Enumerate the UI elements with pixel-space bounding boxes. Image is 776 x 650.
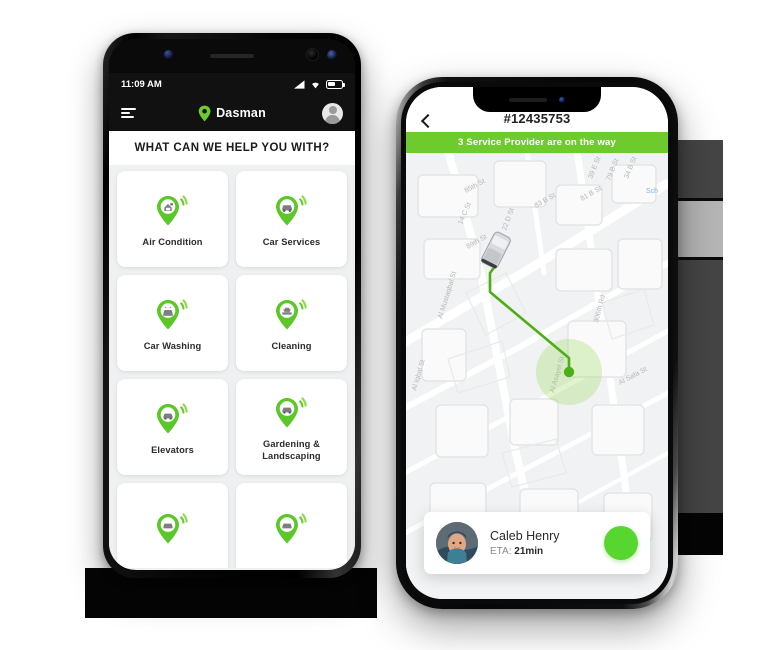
service-card-label: Air Condition bbox=[142, 236, 203, 247]
secondary-camera-icon bbox=[327, 50, 337, 60]
service-card-car-washing[interactable]: Car Washing bbox=[117, 275, 228, 371]
call-driver-button[interactable] bbox=[425, 513, 638, 560]
background-side-panel-highlight bbox=[675, 198, 723, 260]
proximity-sensor-icon bbox=[164, 50, 173, 59]
status-icons bbox=[294, 79, 345, 89]
location-title: Dasman bbox=[216, 106, 266, 120]
android-app-bar: Dasman bbox=[109, 95, 355, 131]
iphone-frame: #12435753 3 Service Provider are on the … bbox=[396, 77, 678, 609]
service-card-car-services[interactable]: Car Services bbox=[236, 171, 347, 267]
wifi-icon bbox=[312, 82, 319, 88]
service-card-elevators[interactable]: Elevators bbox=[117, 379, 228, 475]
service-grid-wrapper: Air Condition Car Services Car Washing C… bbox=[109, 165, 355, 568]
service-card-row4-left[interactable] bbox=[117, 483, 228, 568]
android-phone-frame: 11:09 AM Dasman WHAT CAN WE HELP YOU WIT… bbox=[103, 33, 361, 578]
cleaning-pin-icon bbox=[272, 294, 312, 334]
filter-menu-icon[interactable] bbox=[121, 107, 136, 119]
service-card-label: Cleaning bbox=[271, 340, 312, 351]
front-camera-icon bbox=[559, 96, 565, 103]
service-grid: Air Condition Car Services Car Washing C… bbox=[117, 171, 347, 568]
status-time: 11:09 AM bbox=[121, 78, 162, 90]
driver-info-card[interactable]: Caleb Henry ETA: 21min bbox=[424, 512, 650, 574]
phone-call-icon bbox=[425, 513, 440, 527]
service-pin-icon bbox=[153, 508, 193, 548]
status-banner: 3 Service Provider are on the way bbox=[406, 132, 668, 153]
android-screen: 11:09 AM Dasman WHAT CAN WE HELP YOU WIT… bbox=[109, 73, 355, 570]
car-services-pin-icon bbox=[272, 190, 312, 230]
driver-name: Caleb Henry bbox=[490, 529, 560, 543]
service-card-label: Elevators bbox=[151, 444, 194, 455]
back-chevron-icon[interactable] bbox=[420, 115, 432, 127]
earpiece-speaker-icon bbox=[210, 54, 254, 58]
service-card-air-condition[interactable]: Air Condition bbox=[117, 171, 228, 267]
location-title-group: Dasman bbox=[198, 105, 266, 122]
mockup-stage: 11:09 AM Dasman WHAT CAN WE HELP YOU WIT… bbox=[0, 0, 776, 650]
service-card-label: Car Washing bbox=[143, 340, 202, 351]
android-top-bezel bbox=[109, 39, 355, 73]
background-side-panel-base bbox=[673, 513, 723, 555]
iphone-notch bbox=[473, 87, 601, 112]
gardening-pin-icon bbox=[272, 392, 312, 432]
background-side-panel bbox=[673, 140, 723, 555]
iphone-screen: #12435753 3 Service Provider are on the … bbox=[406, 87, 668, 599]
earpiece-speaker-icon bbox=[509, 97, 547, 102]
service-card-gardening-landscaping[interactable]: Gardening & Landscaping bbox=[236, 379, 347, 475]
car-washing-pin-icon bbox=[153, 294, 193, 334]
driver-details: Caleb Henry ETA: 21min bbox=[490, 529, 604, 557]
order-id: #12435753 bbox=[503, 111, 571, 126]
elevators-pin-icon bbox=[153, 398, 193, 438]
service-card-cleaning[interactable]: Cleaning bbox=[236, 275, 347, 371]
driver-avatar-icon bbox=[436, 522, 478, 564]
driver-eta: ETA: 21min bbox=[490, 546, 604, 557]
service-pin-icon bbox=[272, 508, 312, 548]
tracking-map[interactable]: 85th St 14 C St 22 D St 89th St 83 B St … bbox=[406, 153, 668, 599]
page-title: WHAT CAN WE HELP YOU WITH? bbox=[109, 131, 355, 165]
android-status-bar: 11:09 AM bbox=[109, 73, 355, 95]
air-condition-pin-icon bbox=[153, 190, 193, 230]
poi-label: Sch bbox=[646, 188, 658, 195]
service-card-row4-right[interactable] bbox=[236, 483, 347, 568]
service-card-label: Car Services bbox=[262, 236, 321, 247]
service-card-label: Gardening & Landscaping bbox=[262, 438, 321, 461]
eta-value: 21min bbox=[514, 546, 544, 557]
battery-icon bbox=[326, 79, 345, 89]
destination-dot-icon bbox=[563, 366, 575, 378]
android-phone-inner: 11:09 AM Dasman WHAT CAN WE HELP YOU WIT… bbox=[109, 39, 355, 570]
signal-bars-icon bbox=[294, 79, 305, 89]
location-pin-icon bbox=[198, 105, 211, 121]
eta-label: ETA: bbox=[490, 546, 512, 557]
user-avatar-icon[interactable] bbox=[322, 102, 343, 124]
map-canvas: 85th St 14 C St 22 D St 89th St 83 B St … bbox=[406, 153, 668, 573]
front-camera-icon bbox=[306, 48, 319, 61]
